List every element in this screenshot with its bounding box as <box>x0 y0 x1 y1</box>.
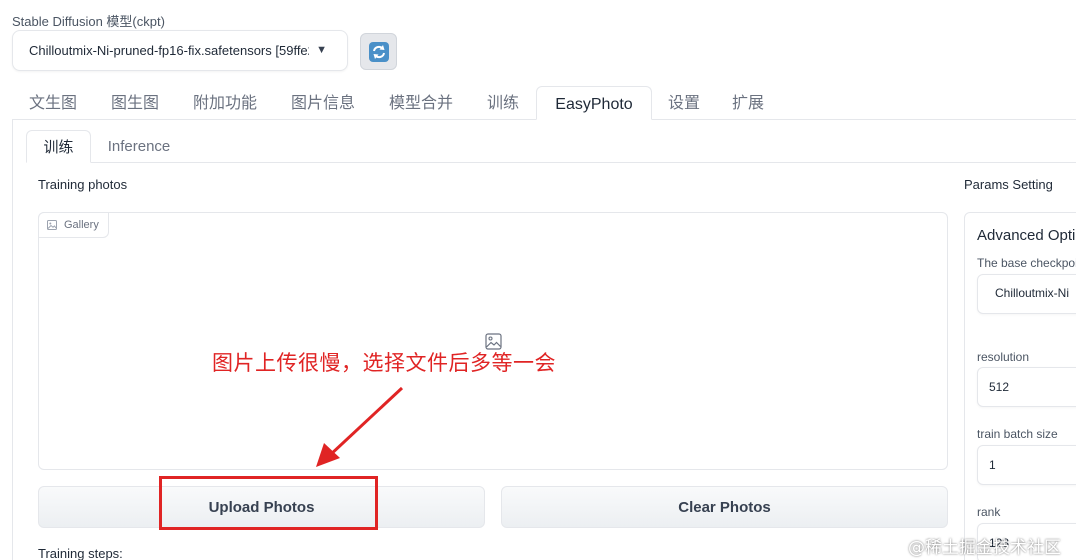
tab-easyphoto[interactable]: EasyPhoto <box>536 86 652 120</box>
watermark: @稀土掘金技术社区 <box>908 538 1061 558</box>
subtab-train[interactable]: 训练 <box>26 130 91 163</box>
annotation-highlight-box <box>159 476 378 530</box>
